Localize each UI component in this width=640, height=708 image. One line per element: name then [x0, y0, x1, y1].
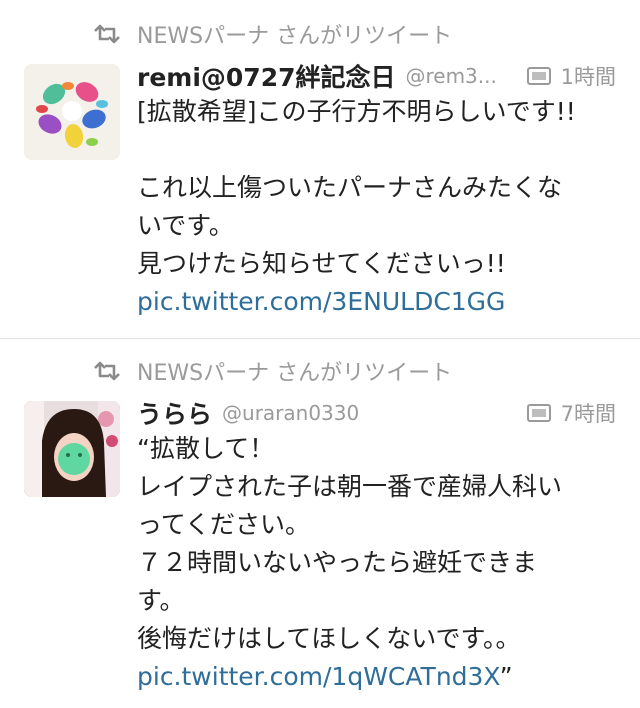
tweet-text-line: 見つけたら知らせてくださいっ!!: [137, 249, 506, 278]
avatar[interactable]: [24, 64, 120, 160]
user-name[interactable]: うらら: [137, 395, 212, 431]
tweet-text-line: す。: [137, 586, 185, 615]
retweet-context: NEWSパーナ さんがリツイート: [92, 18, 452, 50]
tweet-text-line: [拡散希望]この子行方不明らしいです!!: [137, 97, 576, 126]
retweet-label: NEWSパーナ さんがリツイート: [137, 361, 453, 386]
tweet-text: [拡散希望]この子行方不明らしいです!! これ以上傷ついたパーナさんみたくな い…: [137, 93, 622, 321]
tweet-1[interactable]: NEWSパーナ さんがリツイート remi@0727絆記念日 @rem3... …: [0, 0, 640, 339]
retweet-icon: [94, 24, 120, 44]
user-name[interactable]: remi@0727絆記念日: [137, 58, 395, 94]
tweet-header: うらら @uraran0330 7時間: [137, 393, 616, 433]
tweet-timestamp: 1時間: [560, 65, 616, 89]
media-icon: [526, 404, 551, 422]
tweet-timestamp: 7時間: [560, 402, 616, 426]
closing-quote: ”: [499, 662, 513, 691]
user-handle[interactable]: @uraran0330: [222, 401, 359, 425]
media-icon: [526, 67, 551, 85]
tweet-text-line: ってください。: [137, 510, 311, 539]
avatar-image: [24, 401, 120, 497]
tweet-text-line: レイプされた子は朝一番で産婦人科い: [137, 472, 563, 501]
tweet-text-line: ７２時間いないやったら避妊できま: [137, 548, 538, 577]
user-handle[interactable]: @rem3...: [405, 64, 496, 88]
tweet-text-line: [137, 131, 622, 169]
avatar[interactable]: [24, 401, 120, 497]
retweet-label: NEWSパーナ さんがリツイート: [137, 24, 453, 49]
tweet-text-line: “拡散して！: [137, 434, 275, 463]
avatar-image: [24, 64, 120, 160]
tweet-header: remi@0727絆記念日 @rem3... 1時間: [137, 56, 616, 96]
tweet-text-line: これ以上傷ついたパーナさんみたくな: [137, 173, 563, 202]
tweet-text-line: いです。: [137, 211, 234, 240]
tweet-text: “拡散して！ レイプされた子は朝一番で産婦人科い ってください。 ７２時間いない…: [137, 430, 622, 696]
tweet-link[interactable]: pic.twitter.com/1qWCATnd3X: [137, 662, 500, 691]
retweet-icon: [94, 361, 120, 381]
tweet-text-line: 後悔だけはしてほしくないです。。: [137, 624, 521, 653]
tweet-link[interactable]: pic.twitter.com/3ENULDC1GG: [137, 287, 505, 316]
tweet-2[interactable]: NEWSパーナ さんがリツイート うらら @uraran0330 7時間 “拡散…: [0, 339, 640, 708]
retweet-context: NEWSパーナ さんがリツイート: [92, 355, 452, 387]
